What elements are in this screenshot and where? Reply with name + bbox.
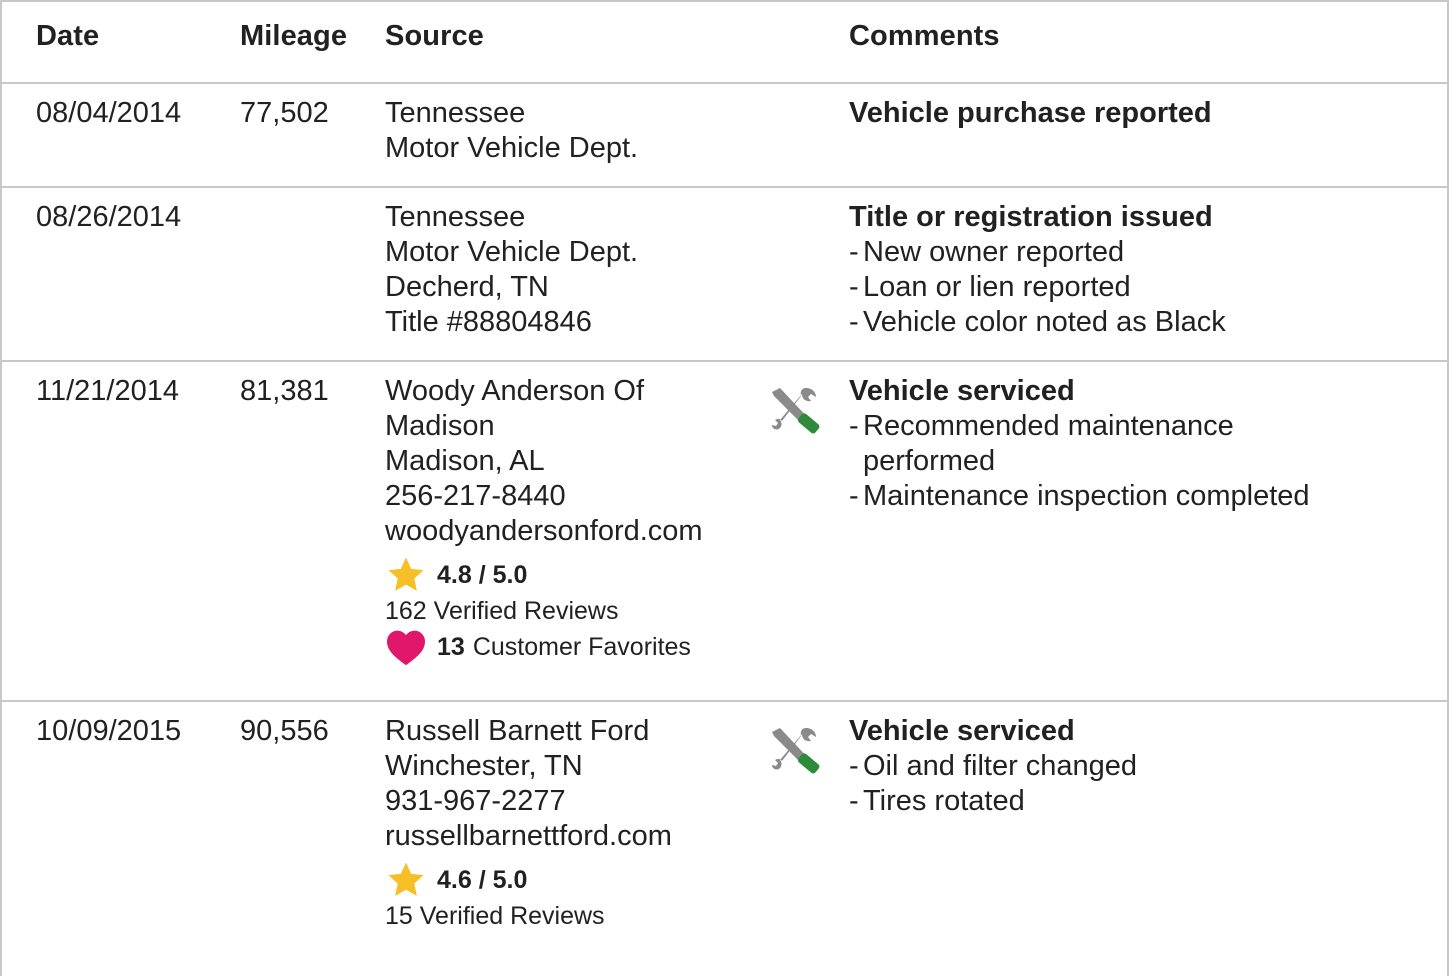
row-mileage: 81,381	[240, 375, 329, 407]
comment-title: Vehicle serviced	[849, 375, 1075, 407]
source-line: Tennessee	[385, 201, 526, 233]
table-row: 11/21/2014 81,381 Woody Anderson Of Madi…	[2, 360, 1447, 702]
customer-favorites: 13 Customer Favorites	[385, 627, 765, 667]
row-source: Tennessee Motor Vehicle Dept.	[385, 96, 765, 166]
comment-item: - New owner reported	[849, 236, 1125, 268]
source-line: Decherd, TN	[385, 271, 549, 303]
dealer-rating: 4.6 / 5.0	[385, 860, 765, 900]
favorites-label: Customer Favorites	[472, 632, 691, 661]
comment-item: - Tires rotated	[849, 785, 1025, 817]
row-comments: Title or registration issued - New owner …	[849, 200, 1409, 340]
table-header: Date Mileage Source Comments	[2, 2, 1447, 84]
row-date: 08/04/2014	[36, 97, 182, 129]
source-line: Tennessee	[385, 97, 526, 129]
header-date: Date	[36, 20, 100, 52]
source-line: Motor Vehicle Dept.	[385, 236, 639, 268]
header-comments: Comments	[849, 20, 1000, 52]
dealer-name[interactable]: Woody Anderson Of Madison	[385, 374, 685, 444]
vehicle-history-table: Date Mileage Source Comments 08/04/2014 …	[0, 0, 1449, 976]
table-row: 08/26/2014 Tennessee Motor Vehicle Dept.…	[2, 186, 1447, 362]
star-icon	[388, 862, 424, 896]
comment-item: - Maintenance inspection completed	[849, 480, 1310, 512]
row-source: Tennessee Motor Vehicle Dept. Decherd, T…	[385, 200, 765, 340]
row-mileage: 90,556	[240, 715, 329, 747]
source-line: Motor Vehicle Dept.	[385, 132, 639, 164]
dealer-phone[interactable]: 931-967-2277	[385, 784, 765, 819]
row-comments: Vehicle purchase reported	[849, 96, 1409, 131]
verified-reviews-link[interactable]: 162 Verified Reviews	[385, 595, 765, 627]
row-source: Russell Barnett Ford Winchester, TN 931-…	[385, 714, 765, 932]
row-comments: Vehicle serviced - Recommended maintenanc…	[849, 374, 1409, 514]
table-row: 08/04/2014 77,502 Tennessee Motor Vehicl…	[2, 82, 1447, 188]
row-mileage: 77,502	[240, 97, 329, 129]
comment-title: Vehicle serviced	[849, 715, 1075, 747]
comment-item: - Vehicle color noted as Black	[849, 306, 1226, 338]
row-date: 11/21/2014	[36, 375, 179, 407]
source-line: Madison, AL	[385, 445, 545, 477]
header-mileage: Mileage	[240, 20, 348, 52]
comment-title: Vehicle purchase reported	[849, 97, 1212, 129]
dealer-website-link[interactable]: woodyandersonford.com	[385, 514, 765, 549]
favorites-count: 13	[437, 632, 465, 661]
row-date: 08/26/2014	[36, 201, 182, 233]
comment-item: - Loan or lien reported	[849, 271, 1131, 303]
dealer-phone[interactable]: 256-217-8440	[385, 479, 765, 514]
row-comments: Vehicle serviced - Oil and filter changed…	[849, 714, 1409, 819]
comment-item: - Recommended maintenance performed	[849, 410, 1234, 477]
row-source: Woody Anderson Of Madison Madison, AL 25…	[385, 374, 765, 667]
service-tools-icon	[766, 722, 822, 778]
service-tools-icon	[766, 382, 822, 438]
dealer-name[interactable]: Russell Barnett Ford	[385, 714, 765, 749]
source-line: Winchester, TN	[385, 750, 583, 782]
table-row: 10/09/2015 90,556 Russell Barnett Ford W…	[2, 700, 1447, 978]
comment-item: - Oil and filter changed	[849, 750, 1138, 782]
rating-value: 4.8 / 5.0	[437, 560, 528, 589]
star-icon	[388, 557, 424, 591]
verified-reviews-link[interactable]: 15 Verified Reviews	[385, 900, 765, 932]
source-line: Title #88804846	[385, 306, 592, 338]
rating-value: 4.6 / 5.0	[437, 865, 528, 894]
comment-title: Title or registration issued	[849, 201, 1213, 233]
row-date: 10/09/2015	[36, 715, 182, 747]
dealer-website-link[interactable]: russellbarnettford.com	[385, 819, 765, 854]
header-source: Source	[385, 20, 484, 52]
dealer-rating: 4.8 / 5.0	[385, 555, 765, 595]
heart-icon	[387, 630, 425, 666]
